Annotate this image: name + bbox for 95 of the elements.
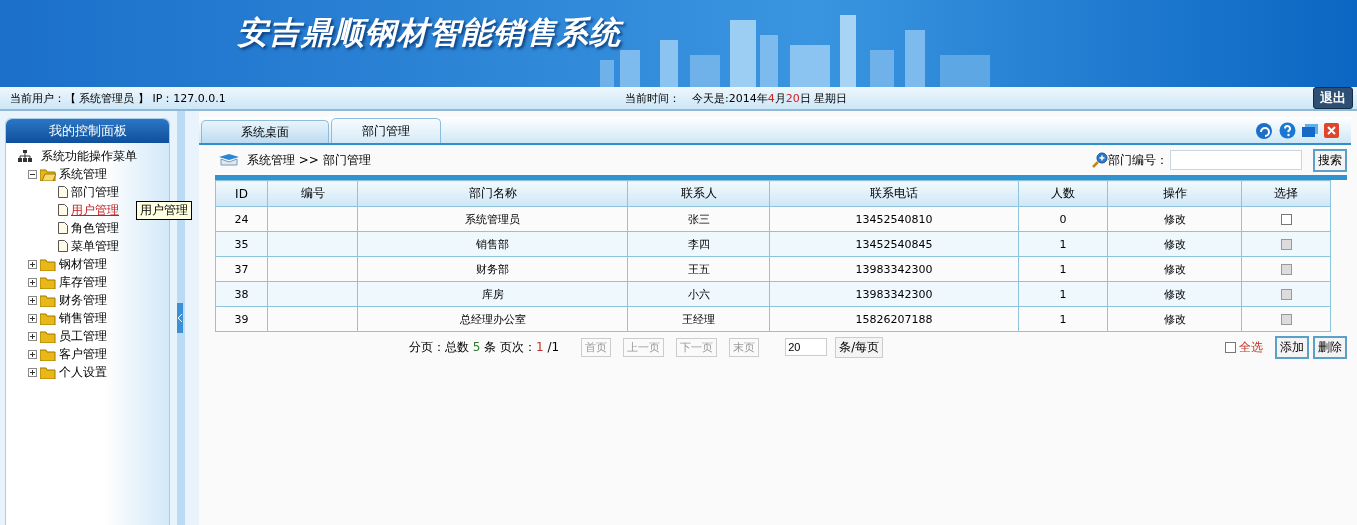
tree-item[interactable]: 库存管理 [59,273,107,291]
table-cell: 财务部 [357,256,628,282]
page-info: 分页：总数 5 条 页次：1 /1 [409,338,560,356]
refresh-icon[interactable] [1255,121,1273,139]
window-icon[interactable] [1302,123,1318,137]
table-cell: 1 [1018,281,1108,307]
folder-icon [40,257,56,271]
table-cell: 1 [1018,306,1108,332]
breadcrumb: 系统管理 >> 部门管理 [247,151,371,169]
column-header: 人数 [1018,180,1108,207]
search-icon [1092,152,1108,168]
tree-item[interactable]: 钢材管理 [59,255,107,273]
table-cell: 15826207188 [769,306,1019,332]
tray-icon [219,154,239,166]
table-cell: 13452540845 [769,231,1019,257]
column-header: 选择 [1241,180,1331,207]
document-icon [58,186,68,198]
document-icon [58,204,68,216]
table-cell: 37 [215,256,268,282]
current-user: 当前用户：【 系统管理员 】 IP：127.0.0.1 [10,90,227,106]
table-cell: 小六 [627,281,770,307]
table-cell: 总经理办公室 [357,306,628,332]
current-date: 今天是:2014年4月20日 星期日 [692,90,848,106]
tooltip: 用户管理 [136,201,192,220]
folder-icon [40,311,56,325]
expand-icon[interactable] [28,331,37,341]
tree-item[interactable]: 财务管理 [59,291,107,309]
table-cell: 13983342300 [769,256,1019,282]
edit-link[interactable]: 修改 [1163,212,1186,226]
row-checkbox[interactable] [1280,214,1292,225]
folder-icon [40,293,56,307]
folder-icon [40,347,56,361]
open-folder-icon [40,167,56,181]
table-cell: 王五 [627,256,770,282]
column-header: 编号 [267,180,358,207]
table-cell: 13452540810 [769,206,1019,232]
table-cell: 39 [215,306,268,332]
table-cell: 35 [215,231,268,257]
tree-item[interactable]: 系统管理 [59,165,107,183]
help-icon[interactable] [1279,121,1296,139]
table-cell: 38 [215,281,268,307]
document-icon [58,222,68,234]
column-header: 部门名称 [357,180,628,207]
expand-icon[interactable] [28,295,37,305]
column-header: 操作 [1107,180,1242,207]
column-header: 联系人 [627,180,770,207]
table-cell: 李四 [627,231,770,257]
search-button[interactable]: 搜索 [1313,148,1347,172]
page-size-field[interactable]: 20 [785,338,828,356]
tab[interactable]: 部门管理 [331,118,441,143]
tree-item[interactable]: 个人设置 [59,363,107,381]
tree-item[interactable]: 销售管理 [59,309,107,327]
column-header: ID [215,180,268,207]
tree-item[interactable]: 角色管理 [71,219,119,237]
table-cell: 张三 [627,206,770,232]
expand-icon[interactable] [28,367,37,377]
collapse-icon[interactable] [28,169,37,179]
expand-icon[interactable] [28,259,37,269]
time-label: 当前时间： [625,90,680,106]
tree-item[interactable]: 菜单管理 [71,237,119,255]
collapse-handle-icon[interactable] [177,303,183,333]
tree-item[interactable]: 部门管理 [71,183,119,201]
table-cell: 24 [215,206,268,232]
table-cell: 13983342300 [769,281,1019,307]
tree-item[interactable]: 用户管理 [71,201,119,219]
select-all-checkbox[interactable] [1225,341,1236,353]
column-header: 联系电话 [769,180,1019,207]
table-cell: 王经理 [627,306,770,332]
expand-icon[interactable] [28,313,37,323]
close-icon[interactable] [1324,122,1339,138]
folder-icon [40,275,56,289]
folder-icon [40,329,56,343]
tree-item[interactable]: 员工管理 [59,327,107,345]
hierarchy-icon [18,150,32,162]
page-size-button[interactable]: 条/每页 [835,336,884,358]
tree-item[interactable]: 客户管理 [59,345,107,363]
document-icon [58,240,68,252]
search-label: 部门编号： [1108,151,1168,169]
table-cell: 0 [1018,206,1108,232]
search-field[interactable] [1170,150,1302,170]
table-cell: 库房 [357,281,628,307]
folder-icon [40,365,56,379]
tab[interactable]: 系统桌面 [201,120,329,143]
table-cell: 1 [1018,256,1108,282]
panel-title: 我的控制面板 [6,119,169,143]
action-button[interactable]: 删除 [1313,335,1347,359]
table-cell: 1 [1018,231,1108,257]
tree-root: 系统功能操作菜单 [41,147,137,165]
expand-icon[interactable] [28,277,37,287]
select-all-label[interactable]: 全选 [1239,338,1263,356]
action-button[interactable]: 添加 [1275,335,1309,359]
table-cell: 系统管理员 [357,206,628,232]
table-cell: 销售部 [357,231,628,257]
logout-button[interactable]: 退出 [1313,87,1353,109]
expand-icon[interactable] [28,349,37,359]
